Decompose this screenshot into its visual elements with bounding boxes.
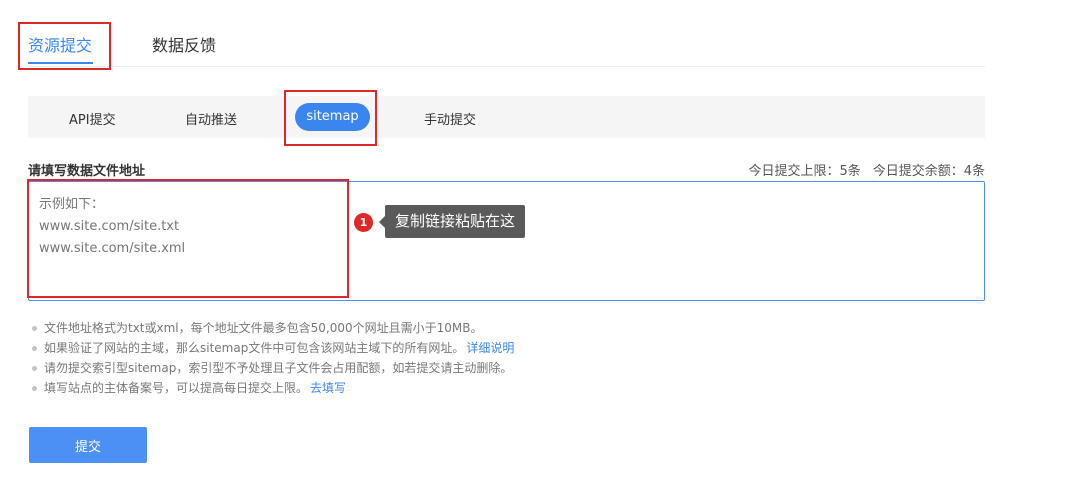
details-link[interactable]: 详细说明 — [466, 341, 514, 355]
note-item: 请勿提交索引型sitemap，索引型不予处理且子文件会占用配额，如若提交请主动删… — [32, 358, 514, 378]
submit-method-nav: API提交 自动推送 sitemap 手动提交 — [28, 96, 985, 138]
tab-data-feedback[interactable]: 数据反馈 — [152, 32, 216, 56]
quota-remaining: 今日提交余额：4条 — [872, 164, 985, 179]
active-tab-indicator — [28, 62, 93, 64]
callout-text: 复制链接粘贴在这 — [385, 205, 526, 238]
fill-in-link[interactable]: 去填写 — [310, 381, 346, 395]
note-text: 填写站点的主体备案号，可以提高每日提交上限。 — [44, 381, 309, 395]
note-item: 填写站点的主体备案号，可以提高每日提交上限。 去填写 — [32, 378, 514, 398]
main-tabs: 资源提交 数据反馈 — [28, 0, 985, 67]
quota-info: 今日提交上限：5条 今日提交余额：4条 — [748, 160, 985, 179]
annotation-number-badge: 1 — [354, 213, 373, 232]
subnav-api[interactable]: API提交 — [69, 109, 116, 128]
submit-button[interactable]: 提交 — [29, 427, 147, 463]
subnav-manual[interactable]: 手动提交 — [424, 109, 476, 128]
subnav-auto-push[interactable]: 自动推送 — [185, 109, 237, 128]
sitemap-url-input[interactable] — [28, 181, 985, 301]
note-item: 文件地址格式为txt或xml，每个地址文件最多包含50,000个网址且需小于10… — [32, 318, 514, 338]
note-item: 如果验证了网站的主域，那么sitemap文件中可包含该网站主域下的所有网址。 详细… — [32, 338, 514, 358]
quota-limit: 今日提交上限：5条 — [748, 164, 861, 179]
note-text: 请勿提交索引型sitemap，索引型不予处理且子文件会占用配额，如若提交请主动删… — [44, 361, 513, 375]
field-label: 请填写数据文件地址 — [28, 164, 146, 179]
notes-list: 文件地址格式为txt或xml，每个地址文件最多包含50,000个网址且需小于10… — [32, 318, 514, 398]
subnav-sitemap[interactable]: sitemap — [295, 103, 370, 131]
tab-resource-submit[interactable]: 资源提交 — [28, 32, 92, 56]
note-text: 文件地址格式为txt或xml，每个地址文件最多包含50,000个网址且需小于10… — [44, 321, 483, 335]
note-text: 如果验证了网站的主域，那么sitemap文件中可包含该网站主域下的所有网址。 — [44, 341, 465, 355]
